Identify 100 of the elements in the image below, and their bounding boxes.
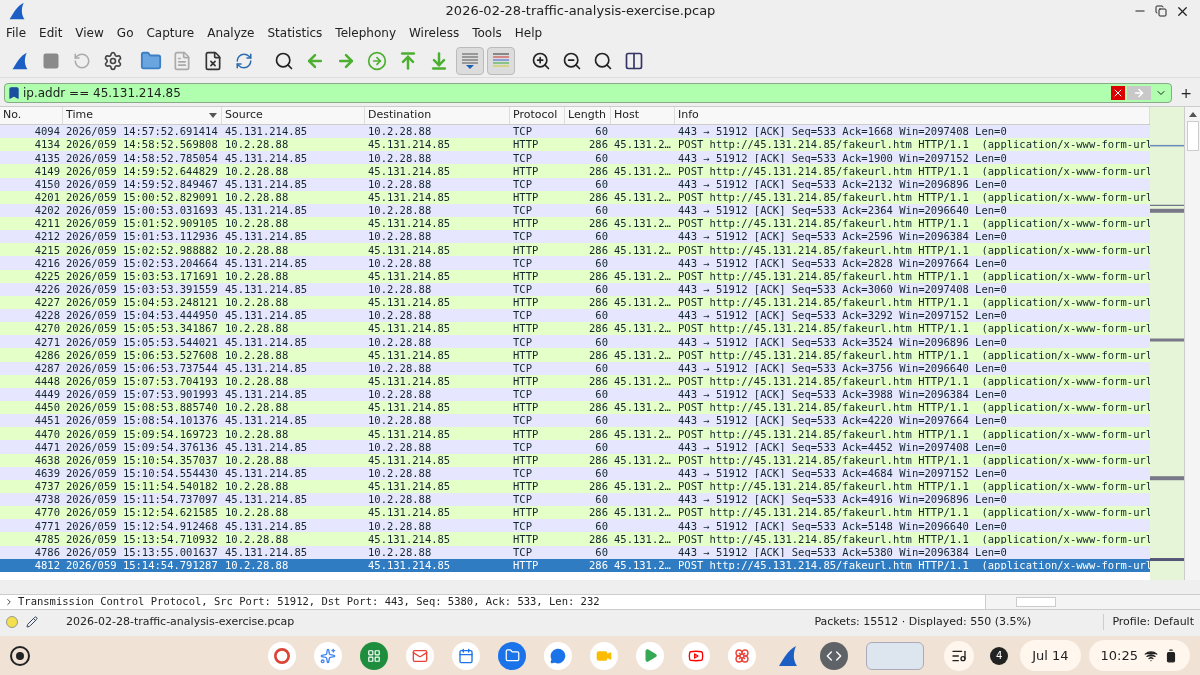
date-button[interactable]: Jul 14 bbox=[1020, 639, 1081, 672]
packet-row[interactable]: 4771 2026/059 15:12:54.912468 45.131.214.85 10.2.28.88 TCP 60 443 → 51912 [ACK] Seq=533 Ack=5148 Win=2096640 Len=0 bbox=[0, 519, 1150, 533]
notification-badge[interactable]: 4 bbox=[990, 646, 1009, 665]
packet-row[interactable]: 4216 2026/059 15:02:53.204664 45.131.214.85 10.2.28.88 TCP 60 443 → 51912 [ACK] Seq=533 Ack=2828 Win=2097664 Len=0 bbox=[0, 256, 1150, 270]
menu-item[interactable]: Wireless bbox=[409, 24, 460, 42]
destination-cell: 45.131.214.85 bbox=[368, 218, 451, 229]
time-cell: 2026/059 14:58:52.569808 bbox=[66, 139, 218, 150]
host-cell: 45.131.2… bbox=[614, 139, 671, 150]
destination-cell: 45.131.214.85 bbox=[368, 507, 451, 518]
packet-row[interactable]: 4094 2026/059 14:57:52.691414 45.131.214.85 10.2.28.88 TCP 60 443 → 51912 [ACK] Seq=533 Ack=1668 Win=2097408 Len=0 bbox=[0, 125, 1150, 139]
menu-item[interactable]: Tools bbox=[472, 24, 502, 42]
menu-item[interactable]: Help bbox=[514, 24, 543, 42]
sparkle-icon[interactable] bbox=[314, 641, 343, 670]
menu-item[interactable]: Go bbox=[116, 24, 134, 42]
menu-item[interactable]: Edit bbox=[39, 24, 63, 42]
column-header[interactable]: Host bbox=[611, 107, 675, 124]
mail-icon[interactable] bbox=[406, 641, 435, 670]
host-cell: 45.131.2… bbox=[614, 297, 671, 308]
source-cell: 45.131.214.85 bbox=[225, 231, 308, 242]
destination-cell: 10.2.28.88 bbox=[368, 336, 432, 348]
menu-item[interactable]: View bbox=[75, 24, 104, 42]
video-player-icon[interactable] bbox=[682, 641, 711, 670]
length-cell: 286 bbox=[589, 533, 608, 545]
length-cell: 286 bbox=[589, 349, 608, 361]
column-header[interactable]: Source bbox=[222, 107, 365, 124]
length-cell: 286 bbox=[589, 454, 608, 466]
folder-icon[interactable] bbox=[498, 641, 527, 670]
packet-row[interactable]: 4212 2026/059 15:01:53.112936 45.131.214.85 10.2.28.88 TCP 60 443 → 51912 [ACK] Seq=533 Ack=2596 Win=2096384 Len=0 bbox=[0, 230, 1150, 244]
destination-cell: 10.2.28.88 bbox=[368, 362, 432, 374]
length-cell: 60 bbox=[595, 178, 608, 190]
info-cell: 443 → 51912 [ACK] Seq=533 Ack=3756 Win=2096640 Len=0 bbox=[678, 362, 1007, 374]
source-cell: 45.131.214.85 bbox=[225, 389, 308, 400]
menu-item[interactable]: Capture bbox=[146, 24, 195, 42]
length-cell: 60 bbox=[595, 389, 608, 400]
restart-icon bbox=[73, 51, 91, 70]
add-filter-button[interactable]: + bbox=[1176, 82, 1196, 104]
status-indicator-icon[interactable] bbox=[6, 616, 18, 628]
length-cell: 286 bbox=[589, 559, 608, 571]
info-cell: 443 → 51912 [ACK] Seq=533 Ack=3292 Win=2097152 Len=0 bbox=[678, 310, 1007, 321]
column-header[interactable]: No. bbox=[0, 107, 63, 124]
destination-cell: 10.2.28.88 bbox=[368, 467, 432, 479]
scroll-thumb[interactable] bbox=[1016, 597, 1056, 607]
horizontal-scrollbar[interactable] bbox=[985, 595, 1200, 609]
menu-item[interactable]: Statistics bbox=[267, 24, 323, 42]
protocol-cell: TCP bbox=[513, 310, 532, 321]
info-cell: 443 → 51912 [ACK] Seq=533 Ack=1900 Win=2097152 Len=0 bbox=[678, 152, 1007, 164]
media-button[interactable] bbox=[944, 640, 975, 671]
edit-comment-icon[interactable] bbox=[26, 616, 38, 628]
display-filter-field[interactable]: ip.addr == 45.131.214.85 bbox=[4, 83, 1173, 103]
source-cell: 45.131.214.85 bbox=[225, 546, 308, 558]
window-thumbnail[interactable] bbox=[866, 641, 925, 670]
length-cell: 286 bbox=[589, 165, 608, 177]
protocol-cell: HTTP bbox=[513, 402, 539, 413]
vertical-scrollbar[interactable] bbox=[1184, 107, 1200, 580]
host-cell: 45.131.2… bbox=[614, 454, 671, 466]
restore-icon[interactable] bbox=[1155, 5, 1167, 17]
time-cell: 2026/059 15:00:52.829091 bbox=[66, 192, 218, 203]
source-cell: 45.131.214.85 bbox=[225, 336, 308, 348]
number-cell: 4225 bbox=[34, 270, 60, 282]
bookmark-icon[interactable] bbox=[7, 86, 21, 100]
menu-item[interactable]: File bbox=[6, 24, 27, 42]
scroll-thumb[interactable] bbox=[1186, 121, 1199, 151]
destination-cell: 45.131.214.85 bbox=[368, 297, 451, 308]
packet-row[interactable]: 4451 2026/059 15:08:54.101376 45.131.214.85 10.2.28.88 TCP 60 443 → 51912 [ACK] Seq=533 Ack=4220 Win=2097664 Len=0 bbox=[0, 414, 1150, 428]
apps-grid-icon[interactable] bbox=[360, 641, 389, 670]
scroll-up-icon[interactable] bbox=[1188, 112, 1197, 117]
autoscroll-icon bbox=[460, 50, 480, 71]
close-file-icon bbox=[203, 50, 223, 71]
menu-item[interactable]: Telephony bbox=[335, 24, 396, 42]
length-cell: 286 bbox=[589, 376, 608, 387]
code-app-icon[interactable] bbox=[820, 641, 849, 670]
column-header[interactable]: Protocol bbox=[510, 107, 565, 124]
source-cell: 10.2.28.88 bbox=[225, 559, 289, 571]
browser-icon[interactable] bbox=[268, 641, 297, 670]
time-cell: 2026/059 15:09:54.376136 bbox=[66, 441, 218, 453]
source-cell: 45.131.214.85 bbox=[225, 494, 308, 505]
time-cell: 2026/059 15:03:53.171691 bbox=[66, 270, 218, 282]
chat-icon[interactable] bbox=[544, 641, 573, 670]
column-header[interactable]: Length bbox=[565, 107, 611, 124]
protocol-cell: TCP bbox=[513, 126, 532, 137]
time-cell: 2026/059 15:10:54.357037 bbox=[66, 454, 218, 466]
menu-item[interactable]: Analyze bbox=[207, 24, 255, 42]
length-cell: 60 bbox=[595, 126, 608, 137]
clear-filter-icon[interactable] bbox=[1111, 86, 1126, 100]
pinwheel-icon[interactable] bbox=[728, 641, 757, 670]
calendar-icon[interactable] bbox=[452, 641, 481, 670]
packet-row[interactable]: 4471 2026/059 15:09:54.376136 45.131.214.85 10.2.28.88 TCP 60 443 → 51912 [ACK] Seq=533 Ack=4452 Win=2097408 Len=0 bbox=[0, 440, 1150, 454]
time-cell: 2026/059 15:00:53.031693 bbox=[66, 205, 218, 216]
packet-row[interactable]: 4135 2026/059 14:58:52.785054 45.131.214.85 10.2.28.88 TCP 60 443 → 51912 [ACK] Seq=533 Ack=1900 Win=2097152 Len=0 bbox=[0, 151, 1150, 165]
launcher-button[interactable] bbox=[10, 645, 30, 666]
column-header[interactable]: Destination bbox=[365, 107, 510, 124]
column-header[interactable]: Time bbox=[63, 107, 222, 124]
time-cell: 2026/059 15:02:53.204664 bbox=[66, 257, 218, 269]
packet-row[interactable]: 4271 2026/059 15:05:53.544021 45.131.214.85 10.2.28.88 TCP 60 443 → 51912 [ACK] Seq=533 Ack=3524 Win=2096896 Len=0 bbox=[0, 335, 1150, 349]
colorize-button[interactable] bbox=[487, 46, 515, 75]
length-cell: 60 bbox=[595, 310, 608, 321]
number-cell: 4211 bbox=[34, 218, 60, 229]
play-icon[interactable] bbox=[636, 641, 665, 670]
autoscroll-button[interactable] bbox=[456, 46, 484, 75]
length-cell: 60 bbox=[595, 441, 608, 453]
